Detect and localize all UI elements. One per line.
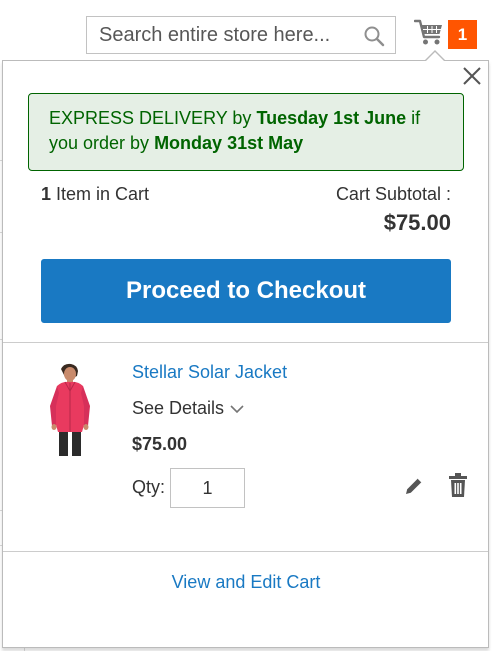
view-and-edit-cart-link[interactable]: View and Edit Cart <box>0 572 492 593</box>
trash-icon[interactable] <box>448 473 468 497</box>
delivery-date: Tuesday 1st June <box>256 108 407 128</box>
chevron-down-icon <box>230 405 244 414</box>
see-details-label: See Details <box>132 398 225 418</box>
qty-input[interactable] <box>170 468 245 508</box>
search-box <box>86 16 396 54</box>
delivery-notice-prefix: EXPRESS DELIVERY by <box>49 108 257 128</box>
product-name-link[interactable]: Stellar Solar Jacket <box>132 362 287 383</box>
pencil-icon[interactable] <box>404 476 424 496</box>
subtotal-price: $75.00 <box>383 210 451 235</box>
cart-icon[interactable] <box>414 18 444 46</box>
items-total: 1 Item in Cart <box>41 184 149 205</box>
divider <box>3 551 488 552</box>
search-input[interactable] <box>87 17 357 53</box>
close-icon[interactable] <box>462 66 482 86</box>
product-price: $75.00 <box>132 434 188 454</box>
subtotal-label: Cart Subtotal : <box>335 184 451 204</box>
search-icon[interactable] <box>363 25 385 47</box>
product-image[interactable] <box>46 362 94 458</box>
proceed-to-checkout-button[interactable]: Proceed to Checkout <box>41 259 451 323</box>
items-label: Item in Cart <box>51 184 150 204</box>
divider <box>3 342 488 343</box>
items-count: 1 <box>41 184 52 204</box>
cart-counter-badge[interactable]: 1 <box>448 20 477 49</box>
qty-label: Qty: <box>132 477 166 497</box>
see-details-toggle[interactable]: See Details <box>132 398 244 419</box>
order-by-date: Monday 31st May <box>154 133 304 153</box>
dropdown-arrow <box>425 52 445 62</box>
delivery-notice: EXPRESS DELIVERY by Tuesday 1st June if … <box>28 93 464 171</box>
